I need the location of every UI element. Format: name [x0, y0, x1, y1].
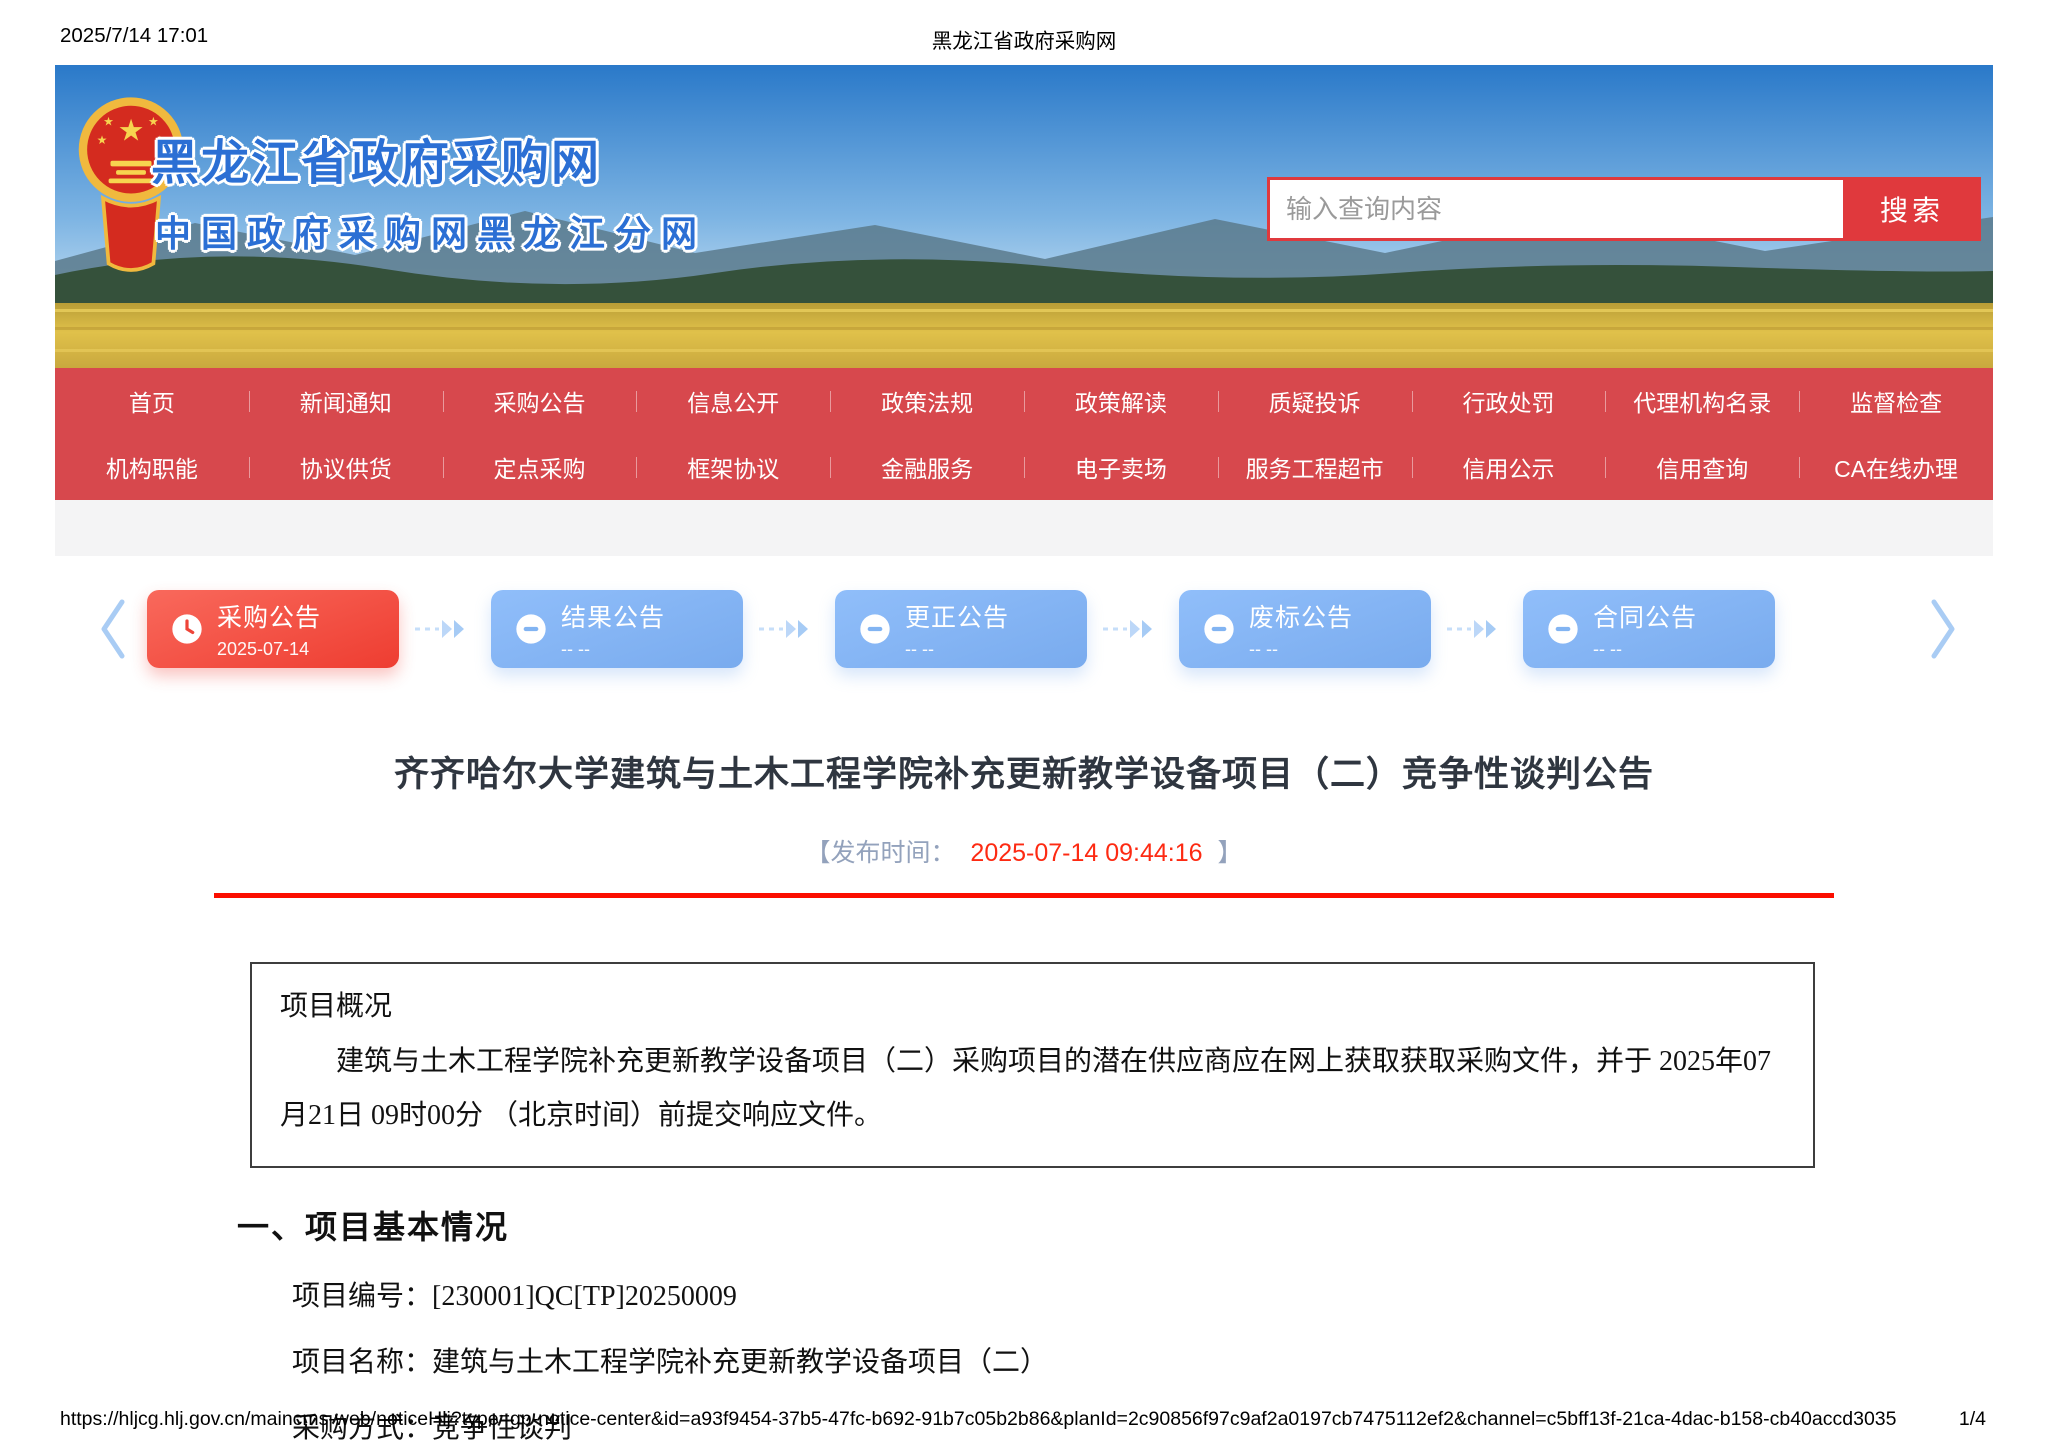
divider-strip: [55, 500, 1993, 556]
tab-date: -- --: [905, 639, 934, 659]
publish-label-close: 】: [1217, 839, 1243, 867]
flow-arrow-icon: [413, 616, 477, 642]
project-number-line: 项目编号：[230001]QC[TP]20250009: [292, 1280, 737, 1312]
tab-procurement-notice[interactable]: 采购公告 2025-07-14: [147, 590, 399, 668]
print-url: https://hljcg.hlj.gov.cn/maincms-web/not…: [60, 1408, 1897, 1430]
flow-arrow-icon: [1445, 616, 1509, 642]
title-divider: [214, 893, 1834, 898]
main-nav: 首页 新闻通知 采购公告 信息公开 政策法规 政策解读 质疑投诉 行政处罚 代理…: [55, 368, 1993, 500]
tab-contract-notice[interactable]: 合同公告 -- --: [1523, 590, 1775, 668]
nav-item-agreement-supply[interactable]: 协议供货: [248, 434, 443, 500]
next-arrow-icon[interactable]: [1929, 597, 1959, 661]
project-overview-box: 项目概况 建筑与土木工程学院补充更新教学设备项目（二）采购项目的潜在供应商应在网…: [250, 962, 1815, 1168]
publish-label: 【发布时间：: [805, 839, 956, 867]
print-footer: https://hljcg.hlj.gov.cn/maincms-web/not…: [60, 1408, 1986, 1431]
search-button[interactable]: 搜索: [1843, 177, 1981, 241]
nav-item-complaints[interactable]: 质疑投诉: [1217, 368, 1412, 434]
search-input[interactable]: [1267, 177, 1843, 241]
notice-title: 齐齐哈尔大学建筑与土木工程学院补充更新教学设备项目（二）竞争性谈判公告: [393, 755, 1654, 794]
nav-item-news-notice[interactable]: 新闻通知: [248, 368, 443, 434]
overview-body: 建筑与土木工程学院补充更新教学设备项目（二）采购项目的潜在供应商应在网上获取获取…: [280, 1045, 1772, 1132]
flow-arrow-icon: [757, 616, 821, 642]
nav-item-credit-query[interactable]: 信用查询: [1605, 434, 1799, 500]
nav-item-e-marketplace[interactable]: 电子卖场: [1023, 434, 1218, 500]
nav-item-admin-penalty[interactable]: 行政处罚: [1411, 368, 1606, 434]
nav-item-procurement-notice[interactable]: 采购公告: [442, 368, 637, 434]
overview-heading: 项目概况: [280, 991, 393, 1022]
nav-item-policy-regulations[interactable]: 政策法规: [830, 368, 1024, 434]
svg-text:★: ★: [118, 114, 145, 147]
minus-icon: [515, 613, 547, 645]
minus-icon: [859, 613, 891, 645]
clock-icon: [171, 613, 203, 645]
page: 2025/7/14 17:01 黑龙江省政府采购网 ★ ★ ★ ★ ★ 黑龙江省…: [0, 0, 2048, 1447]
nav-item-home[interactable]: 首页: [55, 368, 249, 434]
site-banner: ★ ★ ★ ★ ★ 黑龙江省政府采购网 中国政府采购网黑龙江分网 搜索: [55, 65, 1993, 368]
tab-date: -- --: [561, 639, 590, 659]
tab-date: 2025-07-14: [217, 639, 310, 659]
svg-text:★: ★: [103, 114, 114, 128]
tab-result-notice[interactable]: 结果公告 -- --: [491, 590, 743, 668]
print-page-number: 1/4: [1958, 1408, 1986, 1430]
tab-cancellation-notice[interactable]: 废标公告 -- --: [1179, 590, 1431, 668]
tab-label: 采购公告: [217, 604, 322, 632]
project-name-line: 项目名称：建筑与土木工程学院补充更新教学设备项目（二）: [292, 1346, 1049, 1378]
tab-date: -- --: [1249, 639, 1278, 659]
section-heading-basic-info: 一、项目基本情况: [237, 1208, 510, 1245]
tab-date: -- --: [1593, 639, 1622, 659]
print-page-title: 黑龙江省政府采购网: [931, 30, 1117, 53]
site-title: 黑龙江省政府采购网: [151, 137, 602, 190]
search-bar: 搜索: [1267, 177, 1981, 241]
prev-arrow-icon[interactable]: [97, 597, 127, 661]
nav-item-designated-procurement[interactable]: 定点采购: [442, 434, 637, 500]
publish-time-line: 【发布时间： 2025-07-14 09:44:16 】: [0, 833, 2048, 869]
nav-item-financial-services[interactable]: 金融服务: [830, 434, 1024, 500]
site-subtitle: 中国政府采购网黑龙江分网: [155, 213, 708, 254]
nav-row-2: 机构职能 协议供货 定点采购 框架协议 金融服务 电子卖场 服务工程超市 信用公…: [55, 434, 1993, 500]
publish-time: 2025-07-14 09:44:16: [970, 839, 1203, 867]
tab-label: 废标公告: [1249, 604, 1354, 632]
tab-correction-notice[interactable]: 更正公告 -- --: [835, 590, 1087, 668]
tab-label: 更正公告: [905, 604, 1010, 632]
tab-label: 合同公告: [1593, 604, 1698, 632]
tab-label: 结果公告: [561, 604, 666, 632]
nav-item-supervision[interactable]: 监督检查: [1799, 368, 1993, 434]
minus-icon: [1203, 613, 1235, 645]
print-header: 2025/7/14 17:01 黑龙江省政府采购网: [60, 24, 1988, 53]
nav-item-credit-publicity[interactable]: 信用公示: [1411, 434, 1606, 500]
nav-item-policy-interpretation[interactable]: 政策解读: [1023, 368, 1218, 434]
svg-text:★: ★: [97, 133, 108, 147]
notice-type-stepper: 采购公告 2025-07-14 结果公告 -- -- 更正公告 -- -- 废标…: [55, 586, 1993, 672]
nav-row-1: 首页 新闻通知 采购公告 信息公开 政策法规 政策解读 质疑投诉 行政处罚 代理…: [55, 368, 1993, 434]
nav-item-org-functions[interactable]: 机构职能: [55, 434, 249, 500]
nav-item-ca-online[interactable]: CA在线办理: [1799, 434, 1993, 500]
minus-icon: [1547, 613, 1579, 645]
nav-item-framework-agreement[interactable]: 框架协议: [636, 434, 830, 500]
flow-arrow-icon: [1101, 616, 1165, 642]
nav-item-info-disclosure[interactable]: 信息公开: [636, 368, 830, 434]
nav-item-agency-directory[interactable]: 代理机构名录: [1605, 368, 1799, 434]
nav-item-service-project-mart[interactable]: 服务工程超市: [1217, 434, 1412, 500]
